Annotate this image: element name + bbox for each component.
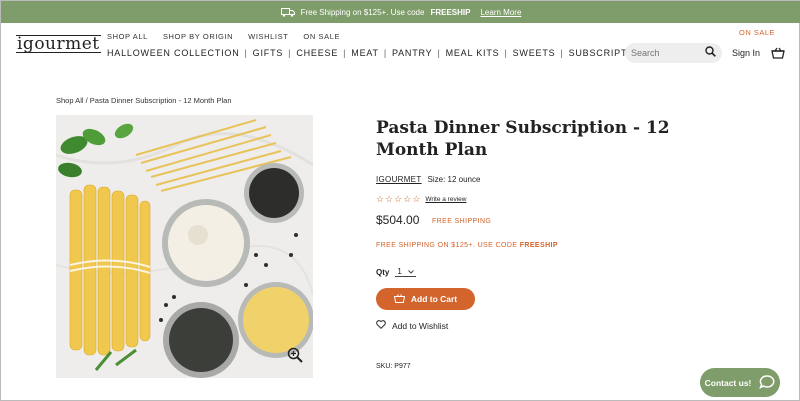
brand-link[interactable]: IGOURMET [376,175,422,184]
rating-stars[interactable]: ☆ ☆ ☆ ☆ ☆ Write a review [376,195,466,204]
breadcrumb[interactable]: Shop All / Pasta Dinner Subscription - 1… [56,96,232,105]
contact-us-label: Contact us! [704,377,752,388]
on-sale-link[interactable]: ON SALE [739,28,775,37]
product-image[interactable] [56,115,313,378]
quantity-select[interactable]: 1 [395,267,416,277]
product-sku: SKU: P977 [376,363,411,370]
zoom-icon[interactable] [287,347,303,368]
star-icon: ☆ [385,194,394,204]
nav-sweets[interactable]: SWEETS [508,48,561,58]
add-to-wishlist-button[interactable]: Add to Wishlist [376,320,448,331]
add-to-cart-button[interactable]: Add to Cart [376,288,475,310]
nav-meat[interactable]: MEAT [346,48,384,58]
nav-on-sale[interactable]: ON SALE [303,32,340,41]
promo-bar: Free Shipping on $125+. Use code FREESHI… [1,1,800,23]
product-price: $504.00 [376,213,420,227]
star-icon: ☆ [403,194,412,204]
product-title: Pasta Dinner Subscription - 12 Month Pla… [376,118,670,160]
quantity-row: Qty 1 [376,267,416,277]
search-box[interactable] [625,43,722,63]
nav-shop-all[interactable]: SHOP ALL [107,32,148,41]
heart-icon [376,320,386,331]
search-input[interactable] [631,48,699,58]
sign-in-link[interactable]: Sign In [732,48,760,58]
free-shipping-badge: FREE SHIPPING [432,218,492,225]
nav-halloween[interactable]: HALLOWEEN COLLECTION [107,48,245,58]
cart-icon [393,293,405,305]
nav-pantry[interactable]: PANTRY [387,48,437,58]
add-to-cart-label: Add to Cart [410,294,458,304]
nav-wishlist[interactable]: WISHLIST [248,32,288,41]
quantity-value: 1 [397,267,402,276]
search-icon[interactable] [705,44,716,62]
truck-icon [280,7,295,17]
promo-text: Free Shipping on $125+. Use code [300,7,425,17]
shipping-promo-code: FREESHIP [519,242,558,249]
contact-us-button[interactable]: Contact us! [700,368,780,397]
main-nav: HALLOWEEN COLLECTION | GIFTS | CHEESE | MEA… [107,48,657,58]
nav-gifts[interactable]: GIFTS [248,48,289,58]
learn-more-link[interactable]: Learn More [480,8,521,17]
chat-bubble-icon [759,374,775,391]
cart-icon[interactable] [771,46,785,64]
star-icon: ☆ [376,194,385,204]
nav-meal-kits[interactable]: MEAL KITS [441,48,505,58]
nav-shop-by-origin[interactable]: SHOP BY ORIGIN [163,32,233,41]
star-icon: ☆ [394,194,403,204]
shipping-promo: FREE SHIPPING ON $125+. USE CODE FREESHI… [376,242,558,249]
add-to-wishlist-label: Add to Wishlist [392,320,449,331]
nav-cheese[interactable]: CHEESE [291,48,343,58]
utility-nav: SHOP ALL SHOP BY ORIGIN WISHLIST ON SALE [107,32,340,41]
promo-code: FREESHIP [430,7,471,17]
write-review-link[interactable]: Write a review [425,196,466,203]
quantity-label: Qty [376,267,390,277]
product-size: Size: 12 ounce [427,175,481,184]
star-icon: ☆ [412,194,421,204]
site-logo[interactable]: igourmet [16,35,101,53]
chevron-down-icon [407,267,414,276]
shipping-promo-text: FREE SHIPPING ON $125+. USE CODE [376,242,518,249]
brand-line: IGOURMET Size: 12 ounce [376,175,480,184]
